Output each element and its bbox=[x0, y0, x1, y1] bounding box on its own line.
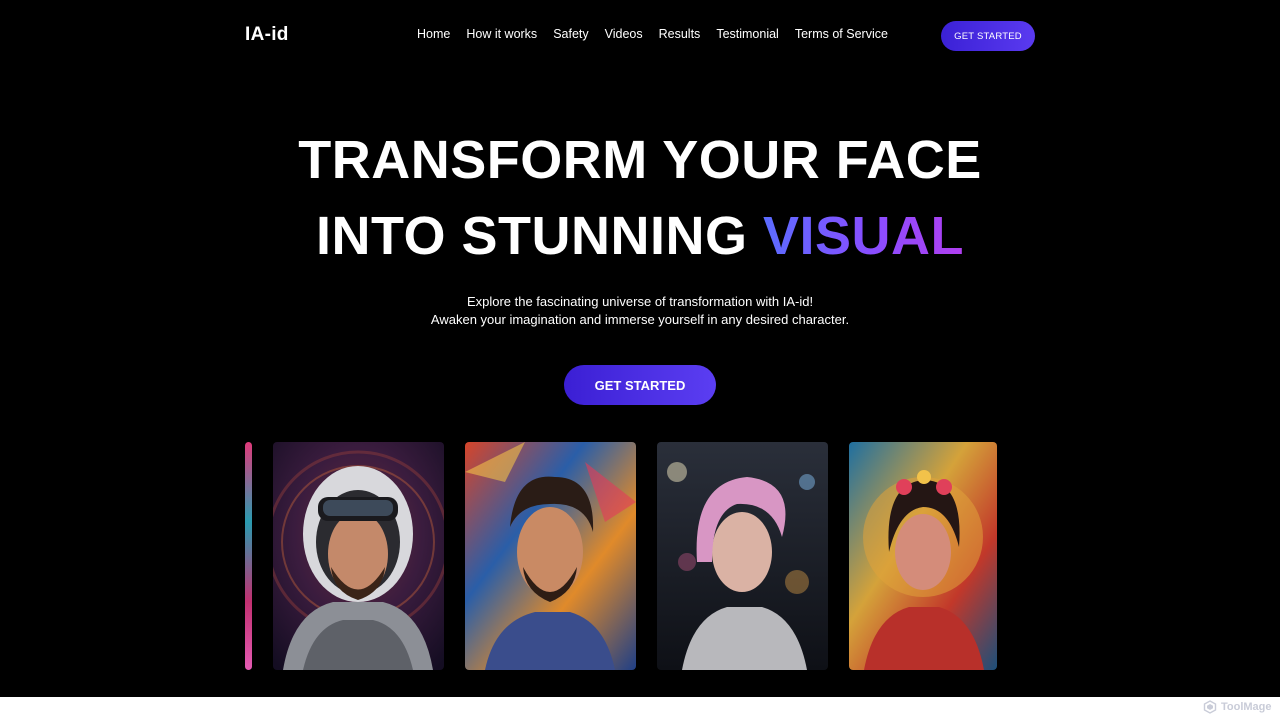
gallery-card-pink-hair-woman bbox=[657, 442, 828, 670]
painted-man-portrait-image bbox=[465, 442, 636, 670]
gallery-card-astronaut bbox=[273, 442, 444, 670]
hero-subtitle-line-2: Awaken your imagination and immerse your… bbox=[430, 312, 850, 327]
partial-portrait-image bbox=[245, 442, 252, 670]
astronaut-portrait-image bbox=[273, 442, 444, 670]
nav-results[interactable]: Results bbox=[659, 27, 701, 41]
nav-safety[interactable]: Safety bbox=[553, 27, 588, 41]
pink-hair-woman-portrait-image bbox=[657, 442, 828, 670]
site-logo[interactable]: IA-id bbox=[245, 24, 289, 46]
watermark: ToolMage bbox=[1203, 700, 1272, 714]
nav-testimonial[interactable]: Testimonial bbox=[716, 27, 779, 41]
header-get-started-button[interactable]: GET STARTED bbox=[941, 21, 1035, 51]
hero-title-prefix: INTO STUNNING bbox=[315, 206, 763, 266]
watermark-text: ToolMage bbox=[1221, 701, 1272, 713]
hero-title-line-2: INTO STUNNING VISUAL bbox=[0, 209, 1280, 263]
main-nav: Home How it works Safety Videos Results … bbox=[417, 27, 888, 41]
nav-terms-of-service[interactable]: Terms of Service bbox=[795, 27, 888, 41]
hero-subtitle-line-1: Explore the fascinating universe of tran… bbox=[466, 294, 814, 309]
hero-title-line-1: TRANSFORM YOUR FACE bbox=[298, 130, 982, 190]
hero-title-accent: VISUAL bbox=[762, 206, 965, 266]
hero-get-started-button[interactable]: GET STARTED bbox=[564, 365, 716, 405]
nav-videos[interactable]: Videos bbox=[605, 27, 643, 41]
landing-page: IA-id Home How it works Safety Videos Re… bbox=[0, 0, 1280, 697]
floral-woman-portrait-image bbox=[849, 442, 997, 670]
nav-how-it-works[interactable]: How it works bbox=[466, 27, 537, 41]
gallery-card-painted-man bbox=[465, 442, 636, 670]
toolmage-logo-icon bbox=[1203, 700, 1217, 714]
nav-home[interactable]: Home bbox=[417, 27, 450, 41]
gallery-card-floral-woman bbox=[849, 442, 997, 670]
gallery-card-partial bbox=[245, 442, 252, 670]
